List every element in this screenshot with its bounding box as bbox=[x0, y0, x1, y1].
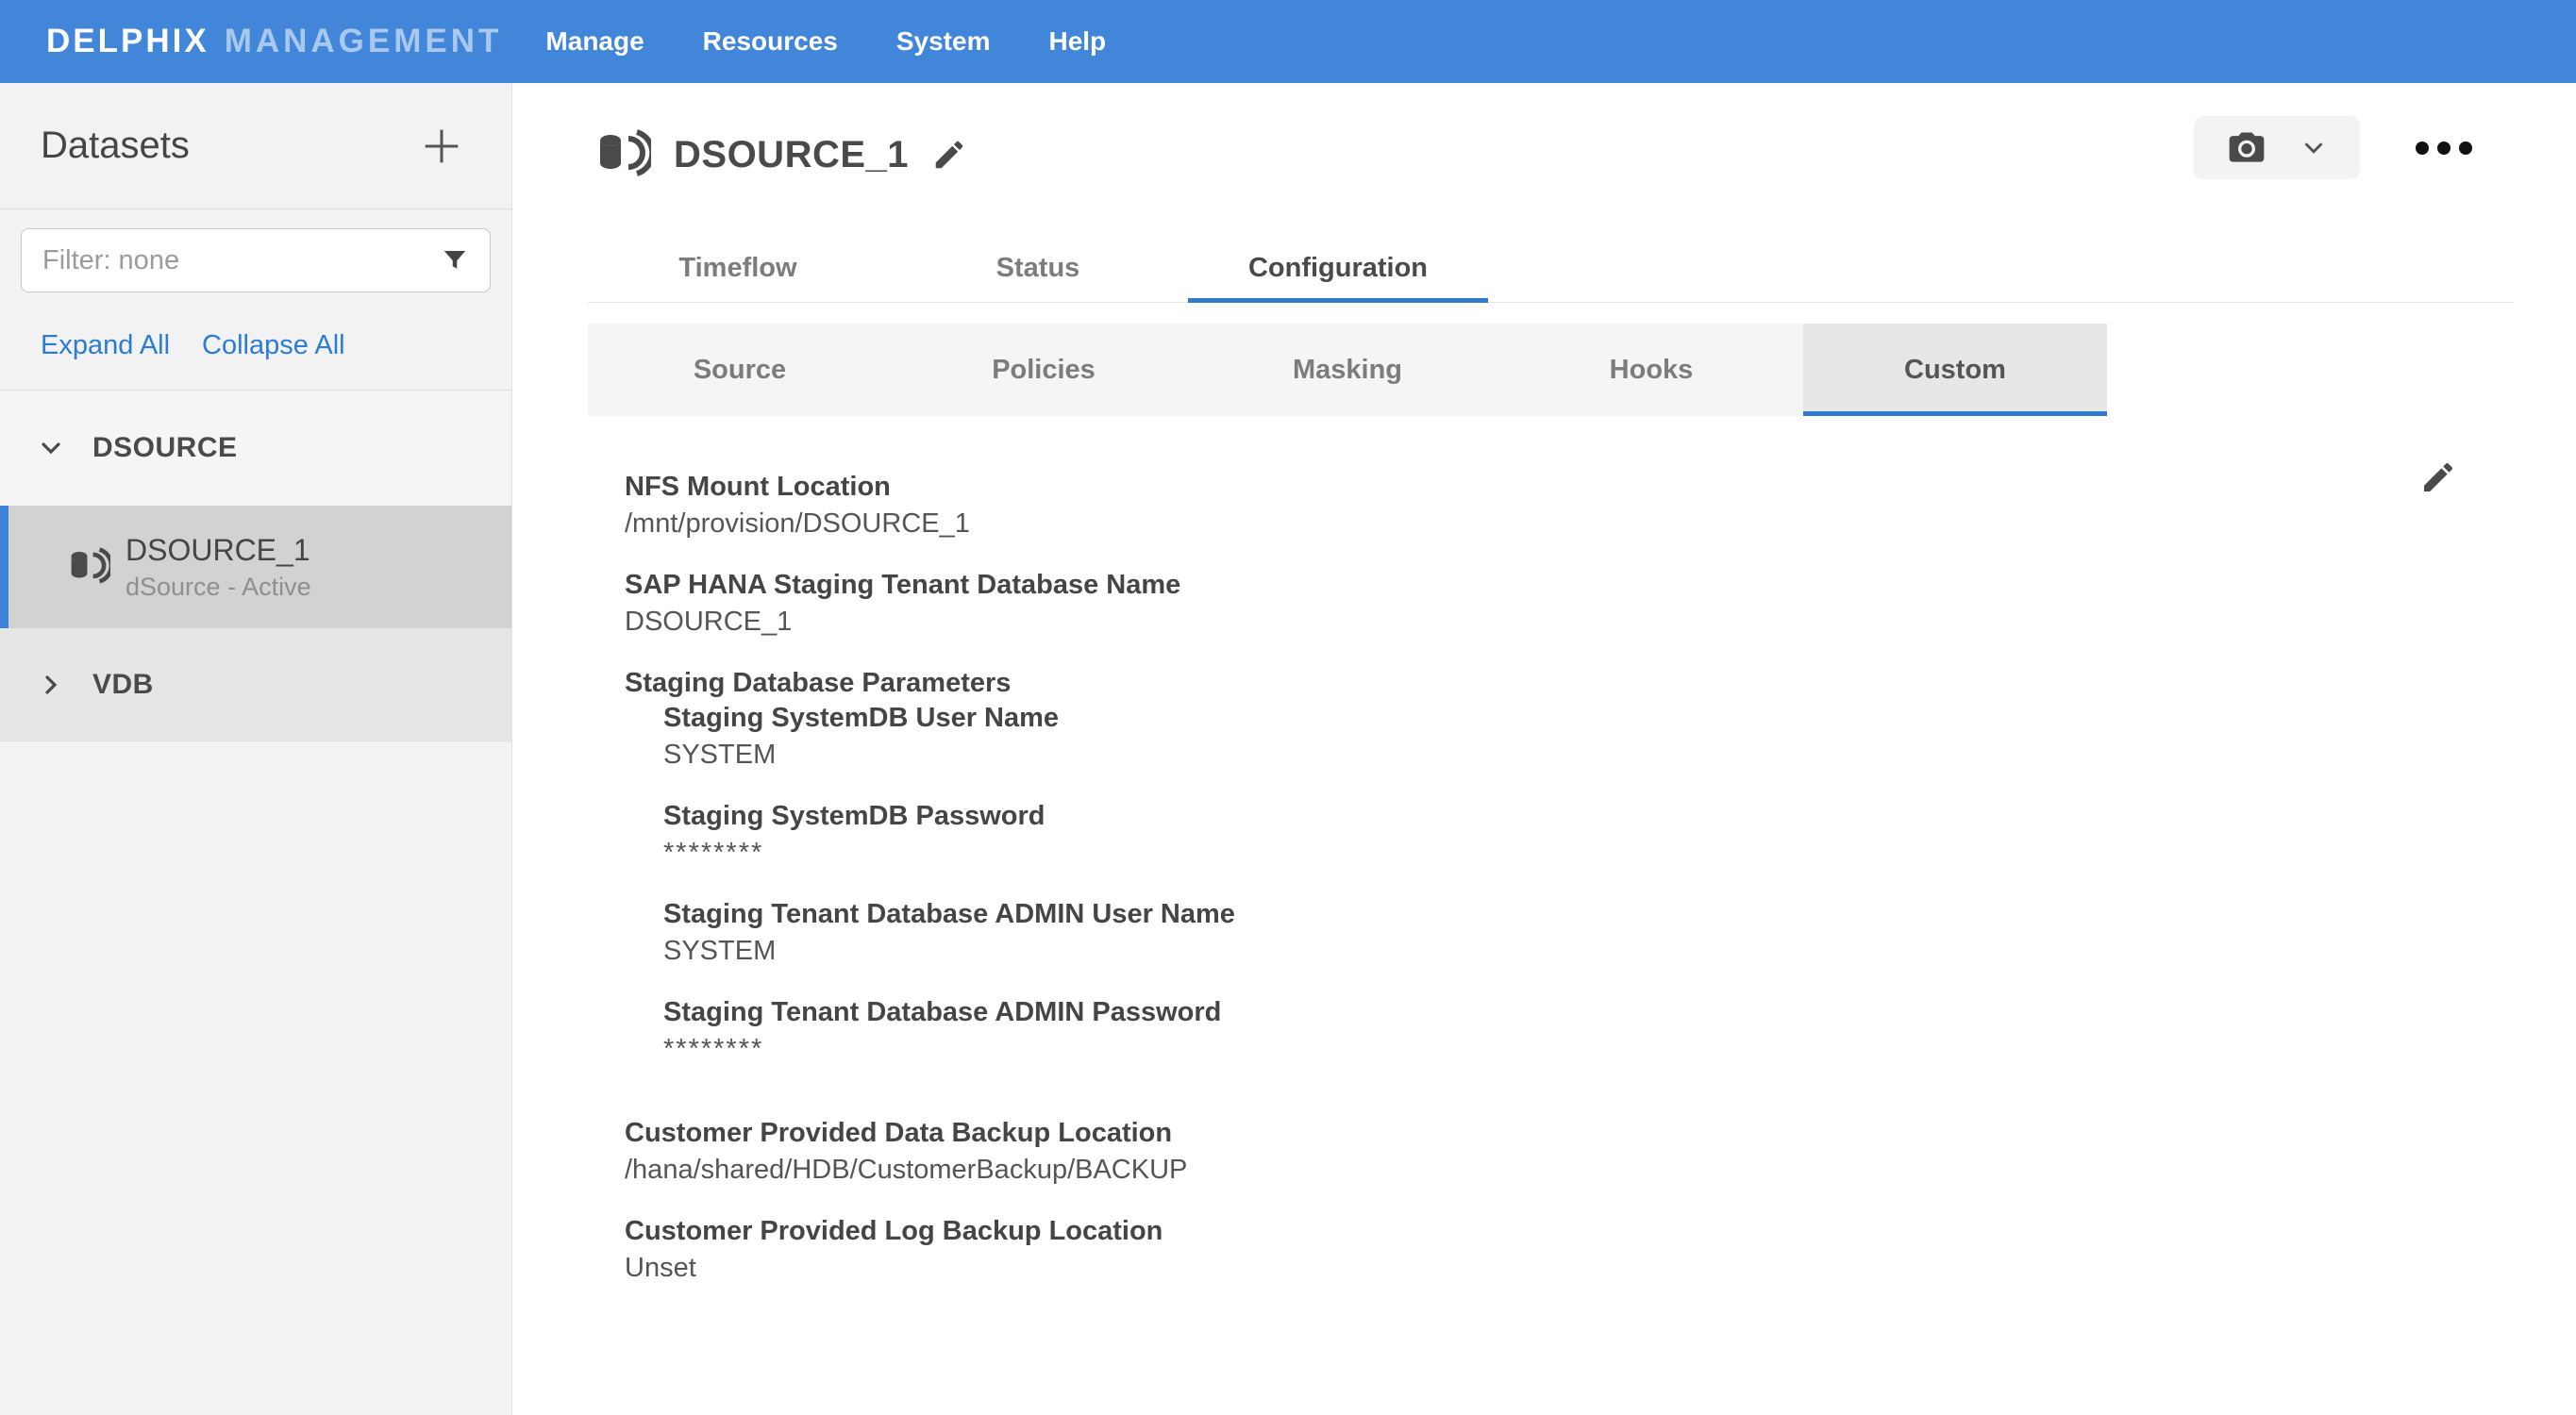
rename-dataset-button[interactable] bbox=[931, 137, 967, 173]
config-field-label: Staging SystemDB Password bbox=[663, 799, 1235, 834]
configuration-subtabs: Source Policies Masking Hooks Custom bbox=[588, 324, 2107, 416]
pencil-icon bbox=[931, 137, 967, 173]
sidebar-group-items: DSOURCE_1 dSource - Active bbox=[0, 506, 511, 628]
config-field-label: Customer Provided Log Backup Location bbox=[625, 1214, 1235, 1249]
config-field: Staging Tenant Database ADMIN Password *… bbox=[663, 995, 1235, 1067]
dataset-filter-box[interactable] bbox=[21, 228, 491, 292]
edit-custom-config-button[interactable] bbox=[2419, 458, 2457, 496]
config-field-value: ******** bbox=[663, 836, 1235, 871]
sidebar-group: DSOURCE DSOURCE_1 dSource - Active bbox=[0, 391, 511, 628]
app-logo: DELPHIX MANAGEMENT bbox=[46, 23, 502, 60]
brand-primary: DELPHIX bbox=[46, 23, 209, 60]
sidebar-tree-controls: Expand All Collapse All bbox=[41, 330, 511, 361]
pencil-icon bbox=[2419, 458, 2457, 496]
sidebar-header: Datasets bbox=[0, 83, 511, 209]
config-field: Customer Provided Log Backup Location Un… bbox=[625, 1214, 1235, 1286]
config-field: Staging Tenant Database ADMIN User Name … bbox=[663, 897, 1235, 969]
sidebar-group: VDB bbox=[0, 628, 511, 741]
camera-icon bbox=[2226, 127, 2267, 169]
config-field: Staging Database Parameters bbox=[625, 666, 1235, 701]
sidebar-title: Datasets bbox=[41, 125, 190, 167]
nav-menu-item[interactable]: Manage bbox=[545, 0, 644, 83]
sidebar-item-dataset[interactable]: DSOURCE_1 dSource - Active bbox=[0, 506, 511, 628]
config-field-value: /hana/shared/HDB/CustomerBackup/BACKUP bbox=[625, 1153, 1235, 1188]
dsource-database-icon bbox=[67, 545, 110, 589]
subtab[interactable]: Masking bbox=[1196, 324, 1499, 416]
config-field-value: /mnt/provision/DSOURCE_1 bbox=[625, 507, 1235, 541]
dsource-database-icon bbox=[594, 126, 651, 183]
main-content: DSOURCE_1 Timeflow St bbox=[513, 83, 2576, 1415]
config-field-label: NFS Mount Location bbox=[625, 470, 1235, 505]
more-actions-button[interactable] bbox=[2416, 142, 2472, 155]
subtab[interactable]: Source bbox=[588, 324, 892, 416]
dataset-tabs: Timeflow Status Configuration bbox=[588, 234, 2514, 303]
config-field-label: Customer Provided Data Backup Location bbox=[625, 1116, 1235, 1151]
config-field: Staging SystemDB User Name SYSTEM bbox=[663, 701, 1235, 773]
page-title: DSOURCE_1 bbox=[674, 134, 909, 176]
tab[interactable]: Configuration bbox=[1188, 234, 1488, 302]
config-field-value: SYSTEM bbox=[663, 738, 1235, 773]
chevron-down-icon[interactable] bbox=[2300, 134, 2328, 162]
plus-icon bbox=[417, 122, 466, 171]
config-field-label: Staging Tenant Database ADMIN User Name bbox=[663, 897, 1235, 932]
ellipsis-icon bbox=[2416, 142, 2429, 155]
subtab[interactable]: Policies bbox=[892, 324, 1196, 416]
tab[interactable]: Status bbox=[888, 234, 1188, 302]
config-field-label: SAP HANA Staging Tenant Database Name bbox=[625, 568, 1235, 603]
nav-menu-item[interactable]: System bbox=[896, 0, 991, 83]
brand-secondary: MANAGEMENT bbox=[225, 23, 503, 60]
dataset-item-text: DSOURCE_1 dSource - Active bbox=[125, 533, 311, 602]
subtab[interactable]: Hooks bbox=[1499, 324, 1803, 416]
config-field: SAP HANA Staging Tenant Database Name DS… bbox=[625, 568, 1235, 640]
nav-menu-item[interactable]: Resources bbox=[703, 0, 838, 83]
config-field-label: Staging Database Parameters bbox=[625, 666, 1235, 701]
add-dataset-button[interactable] bbox=[415, 120, 468, 173]
dataset-filter-input[interactable] bbox=[42, 245, 441, 276]
ellipsis-icon bbox=[2459, 142, 2472, 155]
chevron-down-icon bbox=[36, 433, 66, 463]
config-field: Customer Provided Data Backup Location /… bbox=[625, 1116, 1235, 1188]
delphix-management-app: DELPHIX MANAGEMENT Manage Resources Syst… bbox=[0, 0, 2576, 1415]
config-field-value: Unset bbox=[625, 1251, 1235, 1286]
dataset-name: DSOURCE_1 bbox=[125, 533, 311, 568]
collapse-all-link[interactable]: Collapse All bbox=[202, 330, 345, 361]
top-nav-bar: DELPHIX MANAGEMENT Manage Resources Syst… bbox=[0, 0, 2576, 83]
ellipsis-icon bbox=[2437, 142, 2451, 155]
config-field-label: Staging Tenant Database ADMIN Password bbox=[663, 995, 1235, 1030]
sidebar-group-label: DSOURCE bbox=[92, 432, 238, 464]
nav-menu-item[interactable]: Help bbox=[1048, 0, 1106, 83]
dataset-status: dSource - Active bbox=[125, 573, 311, 602]
chevron-right-icon bbox=[36, 670, 66, 700]
config-field: Staging SystemDB Password ******** bbox=[663, 799, 1235, 871]
nav-menu: Manage Resources System Help bbox=[545, 0, 1106, 83]
dataset-title-row: DSOURCE_1 bbox=[594, 126, 967, 183]
config-field-value: DSOURCE_1 bbox=[625, 605, 1235, 640]
funnel-icon[interactable] bbox=[441, 246, 469, 275]
config-field-value: ******** bbox=[663, 1032, 1235, 1067]
expand-all-link[interactable]: Expand All bbox=[41, 330, 170, 361]
sidebar-group-label: VDB bbox=[92, 669, 154, 701]
config-field-label: Staging SystemDB User Name bbox=[663, 701, 1235, 736]
dataset-tree: DSOURCE DSOURCE_1 dSource - Active bbox=[0, 391, 511, 741]
sidebar-group-header[interactable]: VDB bbox=[0, 628, 511, 741]
datasets-sidebar: Datasets Expand All Collapse All bbox=[0, 83, 512, 1415]
custom-configuration-fields: NFS Mount Location /mnt/provision/DSOURC… bbox=[625, 470, 1235, 1312]
config-field: NFS Mount Location /mnt/provision/DSOURC… bbox=[625, 470, 1235, 541]
snapshot-button[interactable] bbox=[2194, 116, 2360, 179]
config-field-value: SYSTEM bbox=[663, 934, 1235, 969]
sidebar-group-header[interactable]: DSOURCE bbox=[0, 391, 511, 506]
subtab[interactable]: Custom bbox=[1803, 324, 2107, 416]
tab[interactable]: Timeflow bbox=[588, 234, 888, 302]
